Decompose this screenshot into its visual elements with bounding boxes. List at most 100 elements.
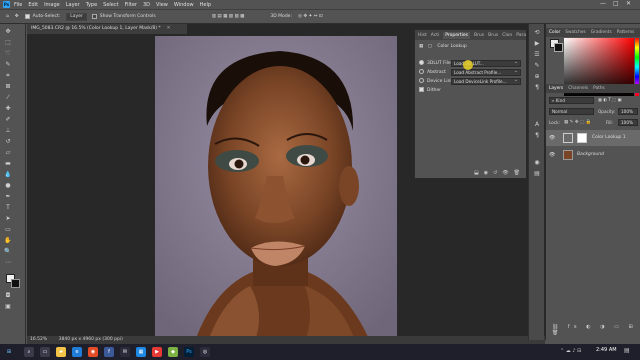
3dlut-dropdown[interactable]: Load 3D LUT... bbox=[451, 60, 521, 67]
more-tools-icon[interactable]: ⋯ bbox=[3, 259, 13, 267]
brush-tool-icon[interactable]: ✐ bbox=[3, 116, 13, 124]
abstract-dropdown[interactable]: Load Abstract Profile... bbox=[451, 69, 521, 76]
app-icon[interactable]: f bbox=[104, 347, 114, 357]
document-tab[interactable]: IMG_5083.CR2 @ 16.5% (Color Lookup 1, La… bbox=[27, 24, 187, 34]
menu-layer[interactable]: Layer bbox=[66, 2, 80, 8]
visibility-eye-icon[interactable]: 👁 bbox=[549, 135, 555, 141]
abstract-option[interactable]: Abstract bbox=[419, 69, 446, 75]
eyedropper-tool-icon[interactable]: ⁄ bbox=[3, 94, 13, 102]
marquee-tool-icon[interactable]: ⬚ bbox=[3, 39, 13, 47]
media-icon[interactable]: ▶ bbox=[152, 347, 162, 357]
maximize-button[interactable]: □ bbox=[613, 0, 619, 7]
brushes-icon[interactable]: ✎ bbox=[532, 61, 542, 70]
view-previous-icon[interactable]: ◉ bbox=[484, 170, 488, 176]
auto-select-dropdown[interactable]: Layer bbox=[66, 12, 87, 21]
system-tray-icons[interactable]: ⌃ ☁ ♪ ⊟ bbox=[560, 348, 581, 354]
edge-icon[interactable]: e bbox=[72, 347, 82, 357]
close-button[interactable]: ✕ bbox=[626, 0, 631, 7]
auto-select-checkbox[interactable] bbox=[24, 14, 30, 19]
paragraph-icon[interactable]: ¶ bbox=[532, 83, 542, 92]
dodge-tool-icon[interactable]: ● bbox=[3, 182, 13, 190]
lock-icons[interactable]: ▦ ✎ ✥ ⬚ 🔒 bbox=[564, 120, 591, 125]
mask-icon[interactable]: ▢ bbox=[428, 44, 432, 49]
history-icon[interactable]: ⟲ bbox=[532, 28, 542, 37]
tab-actions[interactable]: Acti bbox=[431, 33, 440, 38]
menu-select[interactable]: Select bbox=[103, 2, 118, 8]
search-icon[interactable]: ⌕ bbox=[24, 347, 34, 357]
close-tab-icon[interactable]: ✕ bbox=[167, 26, 171, 31]
tab-swatches[interactable]: Swatches bbox=[565, 30, 586, 35]
tab-clone-source[interactable]: Clon bbox=[502, 33, 512, 38]
background-color-swatch[interactable] bbox=[11, 279, 20, 288]
healing-brush-tool-icon[interactable]: ✚ bbox=[3, 105, 13, 113]
character-icon[interactable]: A bbox=[532, 120, 542, 129]
tab-gradients[interactable]: Gradients bbox=[591, 30, 612, 35]
screen-mode-icon[interactable]: ▣ bbox=[3, 303, 13, 311]
menu-3d[interactable]: 3D bbox=[143, 2, 150, 8]
mail-icon[interactable]: ✉ bbox=[120, 347, 130, 357]
opacity-input[interactable]: 100% bbox=[618, 108, 638, 115]
menu-window[interactable]: Window bbox=[174, 2, 194, 8]
clone-stamp-tool-icon[interactable]: ⊥ bbox=[3, 127, 13, 135]
lasso-tool-icon[interactable]: ➰ bbox=[3, 50, 13, 58]
zoom-level[interactable]: 16.52% bbox=[30, 337, 47, 342]
device-link-dropdown[interactable]: Load DeviceLink Profile... bbox=[451, 78, 521, 85]
minimize-button[interactable]: — bbox=[600, 0, 606, 7]
delete-icon[interactable]: 🗑 bbox=[514, 170, 520, 176]
image-canvas[interactable] bbox=[155, 36, 397, 341]
actions-icon[interactable]: ▶ bbox=[532, 39, 542, 48]
properties-icon[interactable]: ☰ bbox=[532, 50, 542, 59]
layer-filter-kind[interactable]: ⌕ Kind bbox=[549, 97, 594, 104]
tab-paths[interactable]: Paths bbox=[593, 86, 605, 91]
visibility-eye-icon[interactable]: 👁 bbox=[549, 152, 555, 158]
reset-icon[interactable]: ↺ bbox=[493, 170, 497, 176]
menu-type[interactable]: Type bbox=[86, 2, 97, 8]
gradient-tool-icon[interactable]: ▬ bbox=[3, 160, 13, 168]
menu-file[interactable]: File bbox=[14, 2, 22, 8]
device-link-radio[interactable] bbox=[419, 78, 424, 83]
abstract-radio[interactable] bbox=[419, 69, 424, 74]
device-link-option[interactable]: Device Link bbox=[419, 78, 453, 84]
layer-name[interactable]: Background bbox=[577, 152, 604, 157]
frame-tool-icon[interactable]: ⊠ bbox=[3, 83, 13, 91]
start-button-icon[interactable]: ⊞ bbox=[4, 347, 14, 357]
notifications-icon[interactable]: ▤ bbox=[624, 347, 630, 354]
show-transform-checkbox[interactable] bbox=[91, 14, 97, 19]
layer-name[interactable]: Color Lookup 1 bbox=[592, 135, 626, 140]
tab-channels[interactable]: Channels bbox=[568, 86, 588, 91]
file-explorer-icon[interactable]: ▰ bbox=[56, 347, 66, 357]
store-icon[interactable]: ▦ bbox=[136, 347, 146, 357]
crop-tool-icon[interactable]: ⌗ bbox=[3, 72, 13, 80]
menu-image[interactable]: Image bbox=[44, 2, 60, 8]
zoom-tool-icon[interactable]: 🔍 bbox=[3, 248, 13, 256]
layer-row-background[interactable]: 👁 Background bbox=[546, 147, 640, 163]
tab-paragraph[interactable]: Para bbox=[516, 33, 526, 38]
dither-checkbox[interactable] bbox=[419, 87, 424, 92]
tab-history[interactable]: Hist bbox=[418, 33, 427, 38]
align-icons[interactable]: ▥ ▤ ▦ ▧ ▨ ▩ bbox=[212, 14, 245, 19]
photoshop-taskbar-icon[interactable]: Ps bbox=[184, 347, 194, 357]
clip-to-layer-icon[interactable]: ⬓ bbox=[474, 170, 479, 176]
pen-tool-icon[interactable]: ✒ bbox=[3, 193, 13, 201]
chrome-icon[interactable]: ◉ bbox=[88, 347, 98, 357]
blend-mode-dropdown[interactable]: Normal bbox=[549, 108, 594, 115]
dither-option[interactable]: Dither bbox=[419, 87, 441, 93]
app-icon[interactable]: ◆ bbox=[168, 347, 178, 357]
tab-layers[interactable]: Layers bbox=[549, 86, 563, 91]
fill-input[interactable]: 100% bbox=[618, 119, 638, 126]
menu-edit[interactable]: Edit bbox=[28, 2, 38, 8]
blur-tool-icon[interactable]: 💧 bbox=[3, 171, 13, 179]
move-tool-icon[interactable]: ✥ bbox=[15, 14, 19, 19]
layers-footer-icons[interactable]: ⛓ fx ◐ ◑ ▭ ⊞ 🗑 bbox=[552, 324, 640, 336]
hand-tool-icon[interactable]: ✋ bbox=[3, 237, 13, 245]
3dlut-option[interactable]: 3DLUT File bbox=[419, 60, 451, 66]
tab-brushes[interactable]: Brus bbox=[474, 33, 484, 38]
quick-mask-icon[interactable]: ◘ bbox=[3, 292, 13, 300]
tab-brush-settings[interactable]: Brus bbox=[488, 33, 498, 38]
tab-color[interactable]: Color bbox=[549, 30, 560, 35]
layer-row-color-lookup[interactable]: 👁 Color Lookup 1 bbox=[546, 130, 640, 146]
rectangle-tool-icon[interactable]: ▭ bbox=[3, 226, 13, 234]
menu-view[interactable]: View bbox=[156, 2, 168, 8]
libraries-icon[interactable]: ▤ bbox=[532, 169, 542, 178]
move-tool-icon[interactable]: ✥ bbox=[3, 28, 13, 36]
